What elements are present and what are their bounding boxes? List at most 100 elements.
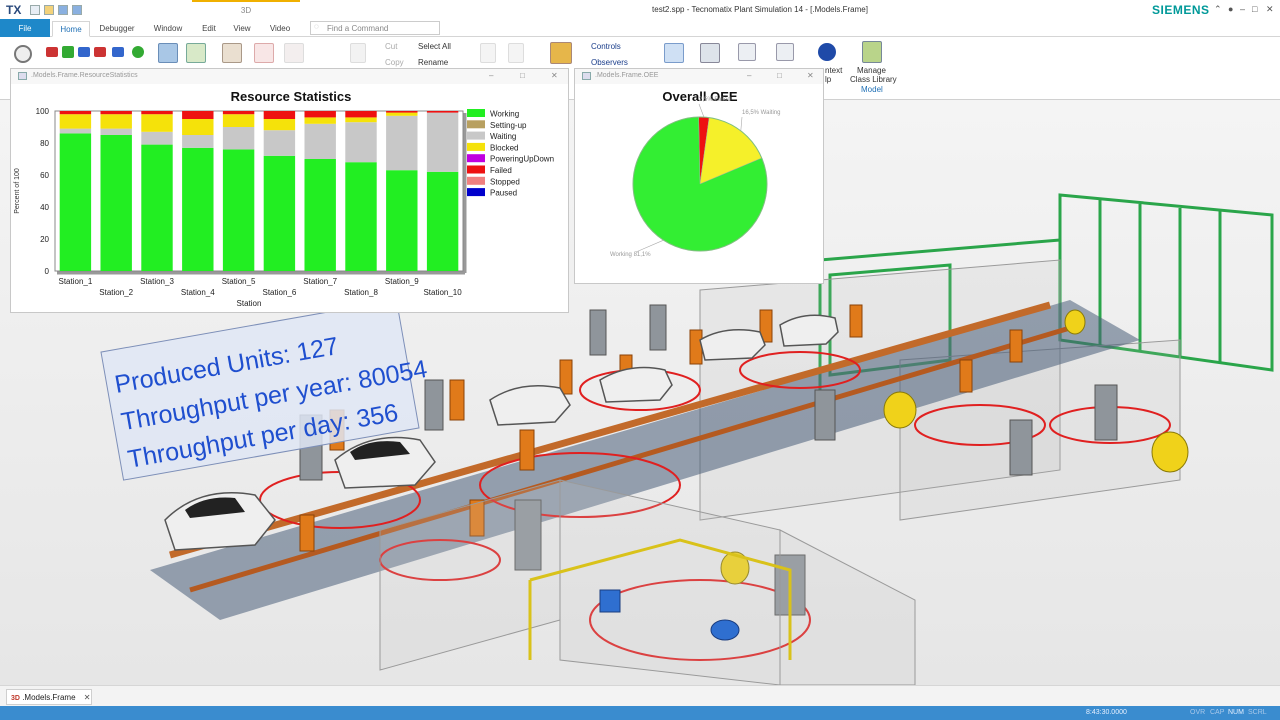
- bar-segment: [386, 111, 418, 113]
- bar-segment: [304, 123, 336, 159]
- legend-label: PoweringUpDown: [490, 155, 554, 164]
- new-file-icon[interactable]: [30, 4, 40, 15]
- y-tick-label: 60: [40, 171, 49, 180]
- bar-segment: [141, 131, 173, 145]
- context-help-label-b: lp: [825, 75, 832, 84]
- oee-window[interactable]: .Models.Frame.OEE – □ ✕ Overall OEE Work…: [574, 68, 824, 284]
- structure-icon[interactable]: [738, 43, 756, 61]
- doc-tab-close-icon[interactable]: ✕: [84, 693, 91, 702]
- x-tick-label: Station_7: [303, 277, 337, 286]
- table-icon[interactable]: [664, 43, 684, 63]
- start-icon[interactable]: [62, 46, 74, 58]
- bar-segment: [182, 147, 214, 271]
- y-tick-label: 20: [40, 235, 49, 244]
- open-folder-icon[interactable]: [44, 4, 54, 15]
- rename-button[interactable]: Rename: [418, 58, 448, 67]
- hierarchy-icon[interactable]: [776, 43, 794, 61]
- save-icon[interactable]: [58, 4, 68, 15]
- bar-segment: [141, 144, 173, 271]
- tab-window[interactable]: Window: [150, 21, 186, 37]
- maximize-button[interactable]: □: [1252, 4, 1257, 14]
- x-tick-label: Station_5: [222, 277, 256, 286]
- window-title: test2.spp - Tecnomatix Plant Simulation …: [652, 5, 868, 14]
- bar-segment: [222, 114, 255, 127]
- x-tick-label: Station_2: [99, 288, 133, 297]
- align-icon: [480, 43, 496, 63]
- legend-label: Stopped: [490, 177, 520, 186]
- manage-class-library-a[interactable]: Manage: [857, 66, 886, 75]
- controls-button[interactable]: Controls: [591, 42, 621, 51]
- step-icon[interactable]: [78, 47, 90, 57]
- oee-close-button[interactable]: ✕: [807, 71, 814, 80]
- bar-segment: [345, 111, 377, 118]
- bar-segment: [59, 111, 92, 115]
- bar-segment: [345, 117, 377, 123]
- doc-tab-label: .Models.Frame: [22, 693, 76, 702]
- close-button[interactable]: ✕: [1266, 4, 1274, 15]
- copy-label: Copy: [385, 58, 404, 67]
- resource-minimize-button[interactable]: –: [489, 71, 493, 80]
- oee-window-header[interactable]: .Models.Frame.OEE – □ ✕: [575, 69, 823, 84]
- help-icon[interactable]: ●: [1228, 4, 1233, 14]
- bar-segment: [304, 117, 336, 124]
- manage-class-library-b[interactable]: Class Library: [850, 75, 897, 84]
- x-axis-label: Station: [237, 299, 262, 308]
- oee-minimize-button[interactable]: –: [747, 71, 751, 80]
- legend-swatch: [467, 154, 485, 163]
- lightbulb-icon: ◌: [314, 22, 319, 31]
- legend-swatch: [467, 188, 485, 197]
- resource-close-button[interactable]: ✕: [551, 71, 558, 80]
- context-help-icon[interactable]: [818, 43, 836, 61]
- 3d-toolbar-icon[interactable]: [550, 42, 572, 64]
- event-controller-icon[interactable]: [14, 45, 32, 63]
- resource-maximize-button[interactable]: □: [520, 71, 525, 80]
- home-icon[interactable]: [254, 43, 274, 63]
- tab-home[interactable]: Home: [52, 21, 90, 37]
- bar-segment: [426, 112, 459, 172]
- ribbon-minimize-icon[interactable]: ⌃: [1214, 4, 1222, 15]
- select-all-button[interactable]: Select All: [418, 42, 451, 51]
- oee-maximize-button[interactable]: □: [777, 71, 782, 80]
- doc-tab-models-frame[interactable]: 3D .Models.Frame ✕: [6, 689, 92, 705]
- observers-button[interactable]: Observers: [591, 58, 628, 67]
- reset-icon[interactable]: [46, 47, 58, 57]
- effects-icon[interactable]: [186, 43, 206, 63]
- bar-segment: [141, 114, 173, 132]
- x-tick-label: Station_9: [385, 277, 419, 286]
- class-library-icon[interactable]: [862, 41, 882, 63]
- bar-segment: [182, 135, 214, 148]
- tab-video[interactable]: Video: [266, 21, 294, 37]
- pie-leader-line: [635, 239, 664, 253]
- settings-icon[interactable]: [700, 43, 720, 63]
- legend-label: Setting-up: [490, 121, 527, 130]
- save-all-icon[interactable]: [72, 4, 82, 15]
- bar-segment: [263, 130, 296, 156]
- resource-window-header[interactable]: .Models.Frame.ResourceStatistics – □ ✕: [11, 69, 568, 84]
- bar-segment: [263, 155, 296, 271]
- bar-segment: [222, 149, 255, 271]
- minimize-button[interactable]: –: [1240, 4, 1245, 14]
- stop-icon[interactable]: [94, 47, 106, 57]
- tab-view[interactable]: View: [230, 21, 254, 37]
- resource-statistics-window[interactable]: .Models.Frame.ResourceStatistics – □ ✕ R…: [10, 68, 569, 313]
- bar-segment: [386, 170, 418, 271]
- cap-indicator: CAP: [1210, 709, 1225, 716]
- tab-file[interactable]: File: [0, 19, 50, 37]
- tab-debugger[interactable]: Debugger: [96, 21, 138, 37]
- fast-forward-icon[interactable]: [112, 47, 124, 57]
- y-tick-label: 80: [40, 139, 49, 148]
- bar-segment: [100, 111, 132, 115]
- tab-edit[interactable]: Edit: [198, 21, 220, 37]
- bar-segment: [304, 111, 336, 118]
- context-tab-3d[interactable]: 3D: [192, 0, 300, 19]
- bar-segment: [386, 115, 418, 171]
- init-icon[interactable]: [132, 46, 144, 58]
- bar-segment: [59, 114, 92, 129]
- tools-icon[interactable]: [222, 43, 242, 63]
- 3d-view-icon[interactable]: [158, 43, 178, 63]
- bar-segment: [263, 119, 296, 131]
- bar-segment: [426, 111, 459, 113]
- find-command-input[interactable]: Find a Command: [310, 21, 440, 35]
- y-tick-label: 100: [36, 107, 50, 116]
- legend-swatch: [467, 109, 485, 117]
